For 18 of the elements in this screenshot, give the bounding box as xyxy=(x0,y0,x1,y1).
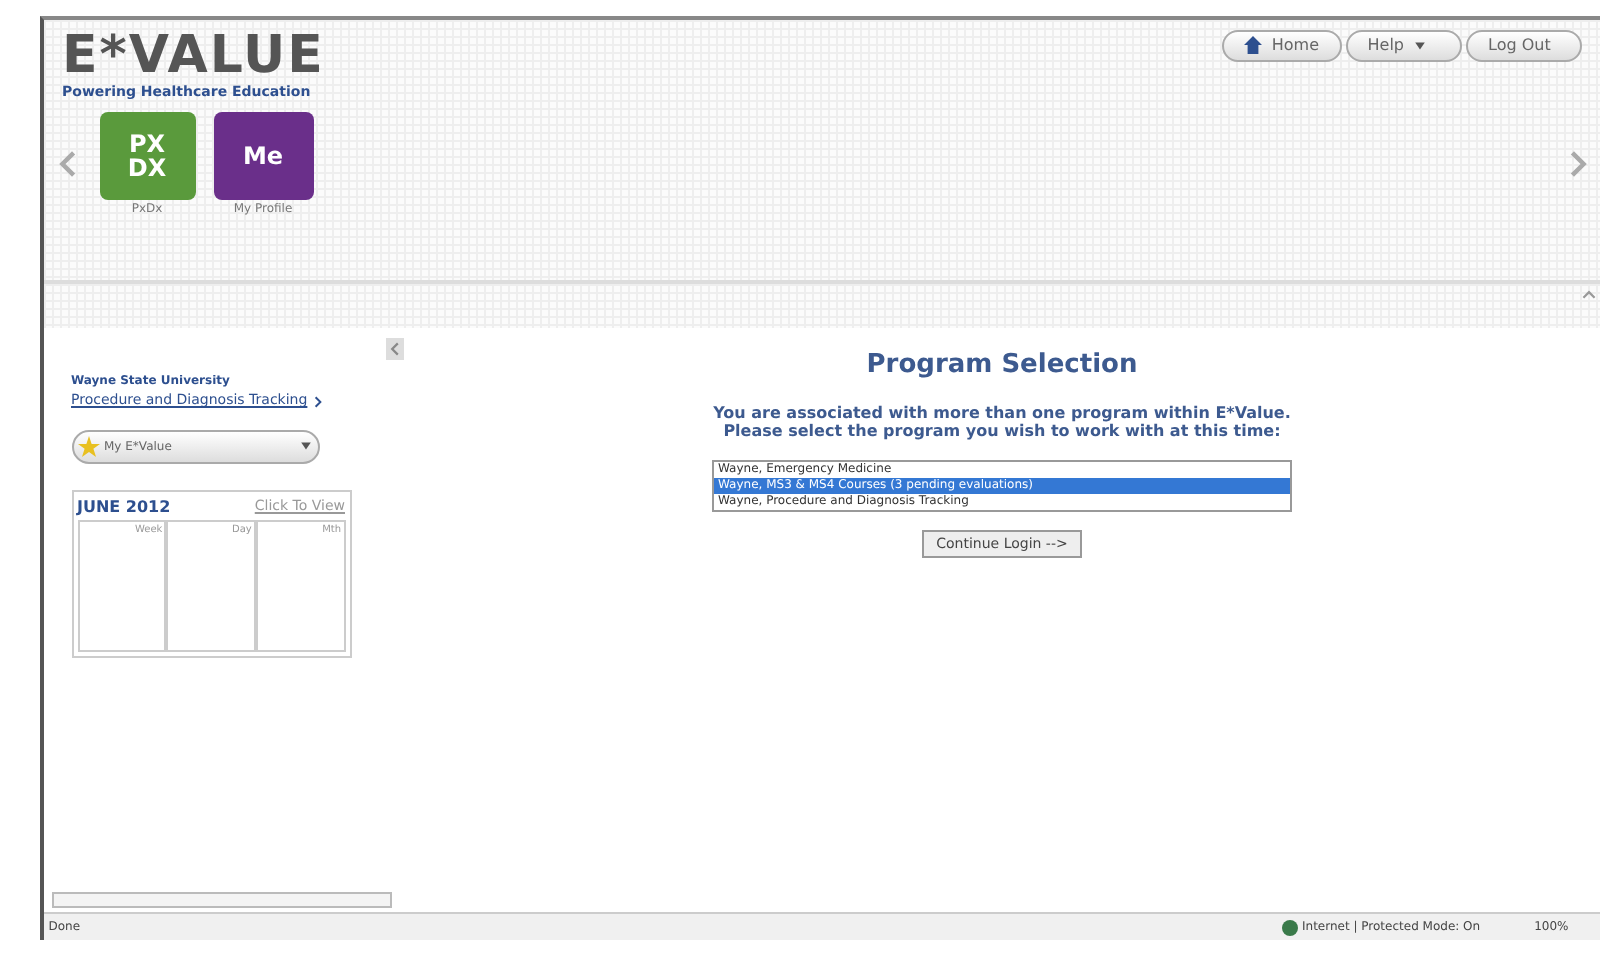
horizontal-scrollbar[interactable] xyxy=(52,892,392,908)
collapse-sidebar-button[interactable] xyxy=(386,337,404,359)
collapse-icon[interactable] xyxy=(1581,288,1596,303)
star-icon xyxy=(77,435,100,458)
calendar-month: JUNE 2012 xyxy=(77,496,171,521)
play-icon xyxy=(311,395,324,407)
logo: E*VALUE xyxy=(62,29,325,81)
profile-tile[interactable]: Me xyxy=(213,111,313,199)
dropdown-button[interactable]: Help xyxy=(1345,29,1462,61)
chevron-left-icon xyxy=(388,341,402,355)
instructions-text: You are associated with more than one program within E*Value. Please select the program you wish to work with at this time: xyxy=(713,403,1291,442)
nav-button[interactable]: Log Out xyxy=(1466,29,1582,61)
caret-icon xyxy=(300,440,313,453)
page-title: Program Selection xyxy=(866,348,1138,384)
home-button[interactable]: Home xyxy=(1222,29,1341,61)
caret-icon xyxy=(1413,39,1425,51)
home-icon xyxy=(1244,36,1263,54)
globe-icon xyxy=(1281,919,1298,935)
